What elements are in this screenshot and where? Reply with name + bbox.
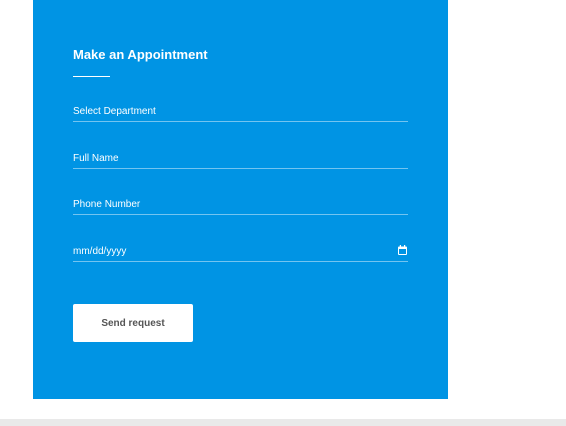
title-underline [73,76,110,77]
department-select-label: Select Department [73,106,156,117]
department-select[interactable]: Select Department [73,103,408,122]
full-name-placeholder: Full Name [73,153,119,164]
form-title: Make an Appointment [73,47,208,62]
phone-number-input[interactable]: Phone Number [73,196,408,215]
appointment-panel: Make an Appointment Select Department Fu… [33,0,448,399]
date-input[interactable]: mm/dd/yyyy [73,243,408,262]
phone-number-placeholder: Phone Number [73,199,141,210]
calendar-icon[interactable] [398,245,407,255]
send-request-button[interactable]: Send request [73,304,193,342]
full-name-input[interactable]: Full Name [73,150,408,169]
page-bottom-bar [0,419,566,426]
date-placeholder: mm/dd/yyyy [73,246,127,257]
